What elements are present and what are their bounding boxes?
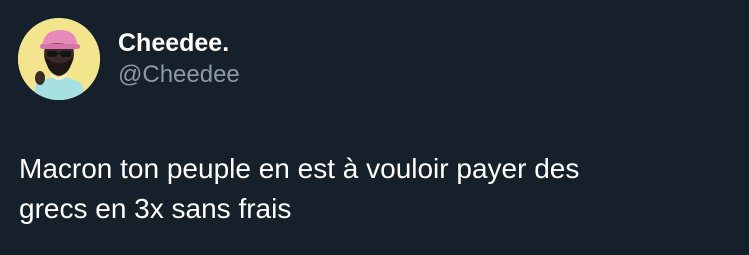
tweet-text-line-2: grecs en 3x sans frais: [19, 193, 292, 224]
tweet-text-line-1: Macron ton peuple en est à vouloir payer…: [19, 153, 580, 184]
user-handle[interactable]: @Cheedee: [118, 59, 240, 91]
tweet-header: Cheedee. @Cheedee: [18, 18, 240, 100]
display-name[interactable]: Cheedee.: [118, 27, 240, 59]
user-avatar-icon: [18, 18, 100, 100]
avatar[interactable]: [18, 18, 100, 100]
tweet-text: Macron ton peuple en est à vouloir payer…: [19, 149, 729, 229]
author-names: Cheedee. @Cheedee: [118, 27, 240, 91]
tweet-card: Cheedee. @Cheedee Macron ton peuple en e…: [0, 0, 749, 255]
